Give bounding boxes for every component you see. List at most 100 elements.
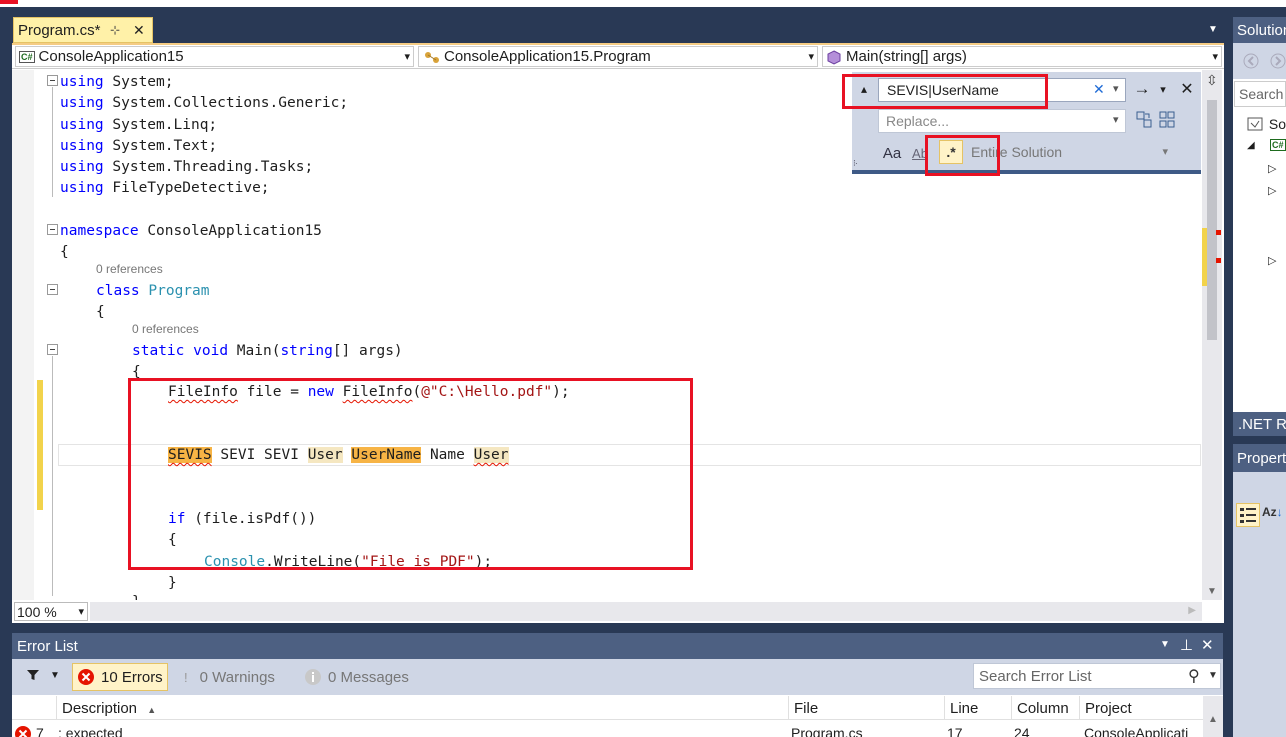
class-icon (425, 51, 439, 63)
collapse-method-toggle[interactable] (47, 344, 58, 355)
replace-all-icon[interactable] (1158, 110, 1180, 130)
solution-search-box[interactable]: Search (1234, 81, 1286, 107)
column-header-description[interactable]: Description ▲ (56, 696, 788, 720)
categorized-view-button[interactable] (1236, 503, 1260, 527)
scrollbar-thumb[interactable] (1207, 100, 1217, 340)
column-header-project[interactable]: Project (1079, 696, 1203, 720)
chevron-down-icon: ▾ (1212, 51, 1218, 63)
keyword: using (60, 159, 104, 175)
horizontal-scrollbar[interactable]: ▶ (90, 602, 1202, 621)
error-list-titlebar: Error List ▼ ⊥ ✕ (12, 633, 1223, 659)
replace-box[interactable]: Replace... ▾ (878, 109, 1126, 133)
panel-menu-icon[interactable]: ▼ (1160, 639, 1170, 650)
keyword: string (280, 343, 333, 359)
search-options-dropdown-icon[interactable]: ▼ (1208, 670, 1218, 681)
pin-icon[interactable]: ⊹ (110, 23, 120, 37)
search-history-dropdown-icon[interactable]: ▾ (1113, 82, 1119, 95)
clear-icon[interactable]: ✕ (1093, 81, 1105, 98)
collapse-usings-toggle[interactable] (47, 75, 58, 86)
project-dropdown[interactable]: C# ConsoleApplication15 ▾ (15, 46, 414, 67)
member-dropdown[interactable]: Main(string[] args) ▾ (822, 46, 1222, 67)
code-token: } (132, 594, 141, 600)
scroll-up-icon[interactable]: ▲ (1208, 714, 1218, 725)
error-list-search[interactable]: Search Error List ⚲ ▼ (973, 663, 1221, 689)
search-icon[interactable]: ⚲ (1188, 666, 1200, 686)
column-header-column[interactable]: Column (1011, 696, 1079, 720)
close-icon[interactable]: ✕ (1201, 636, 1214, 654)
error-file: Program.cs (791, 725, 863, 737)
pin-icon[interactable]: ⊥ (1180, 636, 1193, 654)
sort-ascending-icon: ▲ (147, 705, 157, 715)
class-dropdown[interactable]: ConsoleApplication15.Program ▾ (418, 46, 818, 67)
error-description: ; expected (58, 725, 123, 737)
grip-icon: ⁝· (853, 158, 858, 168)
filter-icon[interactable] (26, 668, 40, 685)
vertical-scrollbar[interactable]: ▼ (1202, 70, 1222, 600)
collapse-namespace-toggle[interactable] (47, 224, 58, 235)
filter-dropdown-icon[interactable]: ▼ (50, 670, 60, 681)
code-token: System.Threading.Tasks; (112, 159, 314, 175)
properties-titlebar: Propert (1233, 444, 1286, 472)
outline-line (52, 356, 53, 596)
forward-icon[interactable] (1269, 52, 1286, 70)
match-case-button[interactable]: Aa (880, 142, 904, 164)
csharp-project-icon: C# (1270, 139, 1286, 151)
find-options-dropdown-icon[interactable]: ▾ (1156, 80, 1170, 98)
scrollbar-down-icon[interactable]: ▼ (1207, 586, 1217, 597)
info-icon (305, 669, 321, 685)
tree-expand-icon[interactable]: ▷ (1268, 184, 1276, 197)
codelens-references[interactable]: 0 references (96, 262, 163, 276)
find-next-button[interactable]: → (1132, 78, 1152, 100)
code-token: System; (112, 74, 174, 90)
net-panel-title: .NET Re (1238, 416, 1286, 433)
warnings-filter-button[interactable]: ! 0 Warnings (176, 663, 290, 691)
keyword: using (60, 138, 104, 154)
messages-filter-button[interactable]: 0 Messages (298, 663, 414, 691)
keyword: using (60, 95, 104, 111)
code-token: { (96, 304, 105, 320)
zoom-dropdown[interactable]: 100 % ▾ (14, 602, 88, 621)
solution-search-placeholder: Search (1239, 86, 1284, 102)
tree-expand-icon[interactable]: ▷ (1268, 254, 1276, 267)
editor-tab-program-cs[interactable]: Program.cs* ⊹ ✕ (13, 17, 153, 43)
column-label: Description (62, 700, 138, 717)
code-token: FileTypeDetective; (112, 180, 270, 196)
keyword: namespace (60, 223, 139, 239)
annotation-regex-box (925, 135, 1000, 176)
errors-filter-button[interactable]: 10 Errors (72, 663, 168, 691)
chevron-down-icon: ▾ (78, 606, 84, 618)
column-header-file[interactable]: File (788, 696, 944, 720)
back-icon[interactable] (1242, 52, 1260, 70)
split-window-icon[interactable]: ⇳ (1206, 72, 1218, 89)
project-tree-item[interactable]: ◢ C# (1244, 138, 1286, 158)
scrollbar-error-marker (1216, 258, 1221, 263)
collapse-class-toggle[interactable] (47, 284, 58, 295)
csharp-project-icon: C# (19, 50, 35, 63)
code-token: System.Linq; (112, 117, 218, 133)
net-panel-tab[interactable]: .NET Re (1233, 412, 1286, 436)
keyword: static (132, 343, 185, 359)
code-token: { (60, 244, 69, 260)
tabs-overflow-icon[interactable]: ▼ (1208, 24, 1218, 35)
tab-title: Program.cs* (18, 21, 101, 39)
keyword: class (96, 283, 140, 299)
scrollbar-right-icon[interactable]: ▶ (1188, 605, 1196, 616)
solution-root-item[interactable]: So (1246, 114, 1286, 134)
project-name: ConsoleApplication15 (38, 48, 184, 65)
tree-expand-icon[interactable]: ▷ (1268, 162, 1276, 175)
properties-title: Propert (1237, 450, 1286, 467)
alphabetical-view-button[interactable]: Az↓ (1262, 505, 1284, 527)
error-project: ConsoleApplicati (1084, 725, 1189, 737)
code-token: } (168, 575, 177, 591)
table-row[interactable]: 7 ; expected Program.cs 17 24 ConsoleApp… (12, 721, 1203, 737)
column-header-line[interactable]: Line (944, 696, 1011, 720)
close-icon[interactable]: ✕ (133, 22, 145, 39)
chevron-down-icon: ▾ (1162, 146, 1168, 158)
error-list-scrollbar[interactable]: ▲ (1203, 696, 1223, 737)
replace-history-dropdown-icon[interactable]: ▾ (1113, 113, 1119, 126)
codelens-references[interactable]: 0 references (132, 322, 199, 336)
close-find-button[interactable]: ✕ (1178, 78, 1196, 100)
window-top-strip (0, 0, 1286, 7)
solution-explorer-titlebar: Solution (1233, 17, 1286, 43)
replace-next-icon[interactable] (1135, 110, 1153, 130)
